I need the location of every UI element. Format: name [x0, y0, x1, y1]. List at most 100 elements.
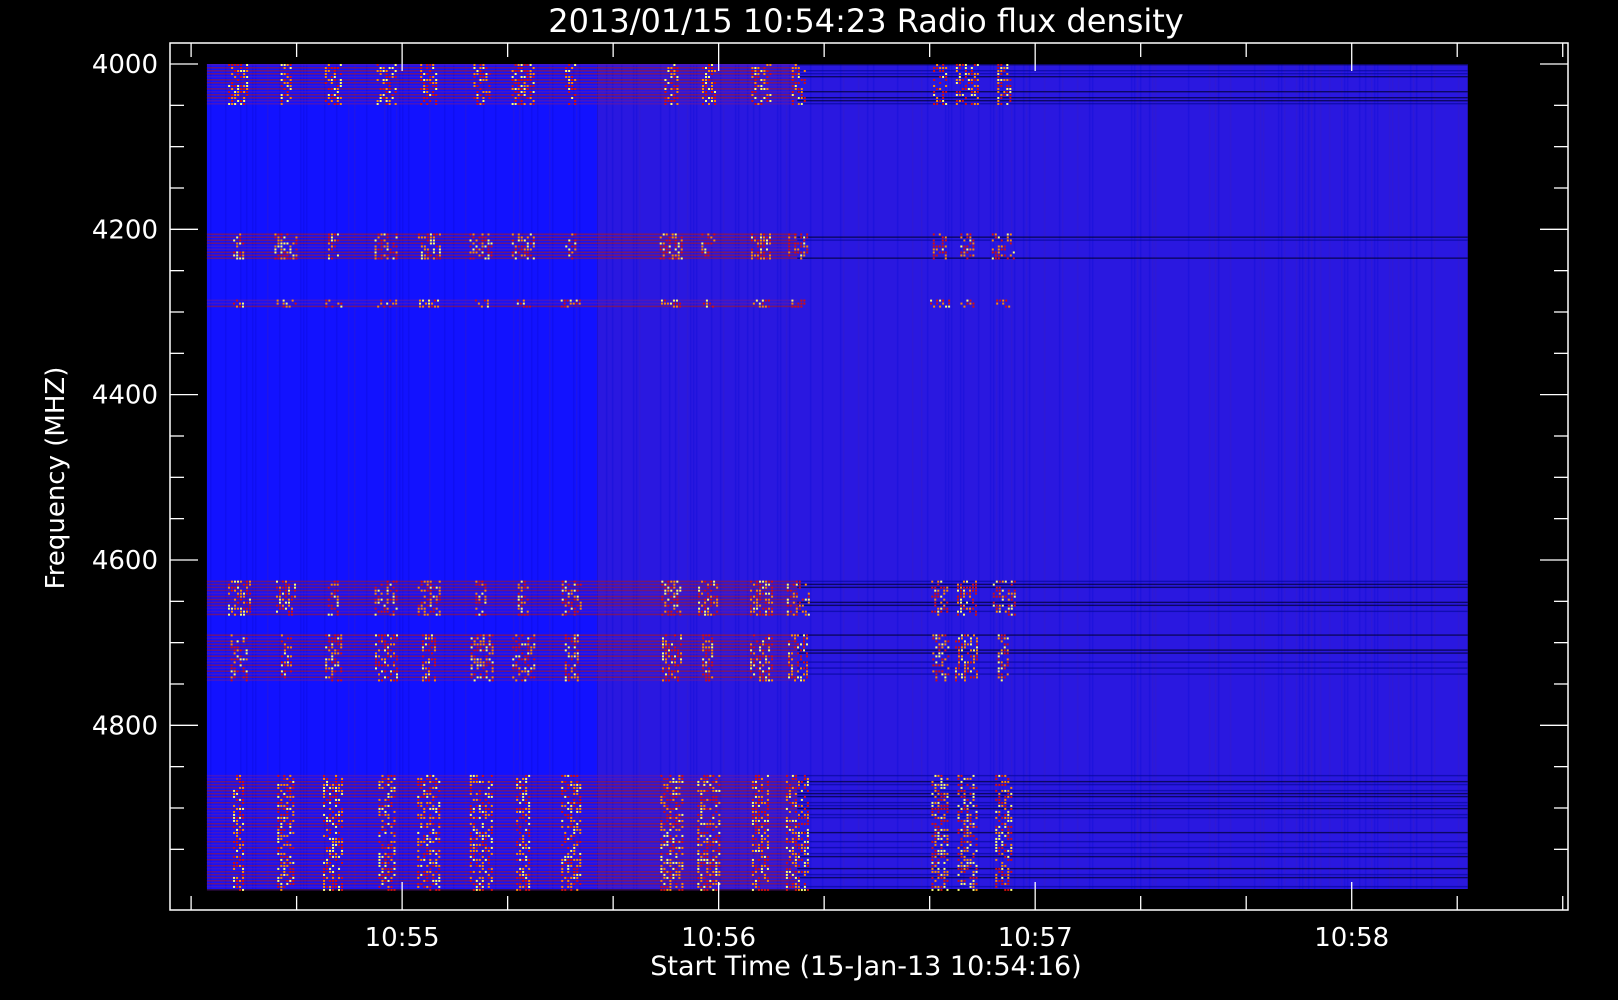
burst-pixel	[768, 676, 771, 679]
burst-pixel	[956, 595, 959, 598]
burst-pixel	[334, 649, 337, 652]
burst-pixel	[277, 807, 280, 810]
burst-pixel	[676, 598, 679, 601]
burst-pixel	[387, 873, 390, 876]
burst-pixel	[697, 789, 700, 792]
burst-pixel	[485, 73, 488, 75]
burst-pixel	[970, 94, 973, 96]
noise-streak	[428, 64, 431, 889]
burst-pixel	[956, 610, 959, 613]
burst-pixel	[437, 299, 440, 302]
burst-pixel	[664, 103, 667, 105]
burst-pixel	[563, 302, 566, 305]
burst-pixel	[794, 88, 797, 90]
noise-streak	[1370, 64, 1373, 889]
burst-pixel	[751, 864, 754, 867]
burst-pixel	[289, 843, 292, 846]
burst-pixel	[377, 233, 380, 236]
burst-pixel	[969, 816, 972, 819]
burst-pixel	[242, 873, 245, 876]
burst-pixel	[528, 882, 531, 885]
burst-pixel	[675, 786, 678, 789]
burst-pixel	[490, 831, 493, 834]
burst-pixel	[438, 852, 441, 855]
burst-pixel	[974, 589, 977, 592]
burst-pixel	[786, 604, 789, 607]
burst-pixel	[768, 646, 771, 649]
burst-pixel	[937, 595, 940, 598]
burst-pixel	[473, 679, 476, 682]
burst-pixel	[280, 825, 283, 828]
burst-pixel	[286, 76, 289, 78]
burst-pixel	[947, 667, 950, 670]
noise-streak	[1298, 64, 1301, 889]
burst-pixel	[289, 819, 292, 822]
burst-pixel	[228, 97, 231, 99]
burst-pixel	[280, 858, 283, 861]
burst-pixel	[380, 640, 383, 643]
burst-pixel	[674, 242, 677, 245]
burst-pixel	[519, 302, 522, 305]
burst-pixel	[341, 888, 344, 891]
burst-pixel	[289, 846, 292, 849]
burst-pixel	[669, 858, 672, 861]
burst-pixel	[752, 302, 755, 305]
burst-pixel	[966, 846, 969, 849]
burst-pixel	[576, 589, 579, 592]
burst-pixel	[771, 643, 774, 646]
burst-pixel	[532, 91, 535, 93]
burst-pixel	[430, 637, 433, 640]
burst-pixel	[517, 64, 520, 66]
burst-pixel	[485, 79, 488, 81]
burst-pixel	[791, 67, 794, 69]
burst-pixel	[675, 852, 678, 855]
burst-pixel	[516, 780, 519, 783]
burst-pixel	[934, 852, 937, 855]
burst-pixel	[762, 236, 765, 239]
burst-pixel	[239, 655, 242, 658]
burst-pixel	[340, 302, 343, 305]
burst-pixel	[960, 302, 963, 305]
burst-pixel	[522, 792, 525, 795]
noise-streak	[1280, 64, 1283, 889]
burst-pixel	[760, 786, 763, 789]
burst-pixel	[233, 789, 236, 792]
burst-pixel	[707, 76, 710, 78]
burst-pixel	[966, 233, 969, 236]
burst-pixel	[516, 807, 519, 810]
burst-pixel	[519, 888, 522, 891]
burst-pixel	[239, 580, 242, 583]
burst-pixel	[670, 601, 673, 604]
burst-pixel	[323, 795, 326, 798]
burst-pixel	[712, 774, 715, 777]
burst-pixel	[766, 840, 769, 843]
burst-pixel	[679, 652, 682, 655]
burst-pixel	[962, 613, 965, 616]
burst-pixel	[476, 646, 479, 649]
burst-pixel	[286, 777, 289, 780]
burst-pixel	[672, 816, 675, 819]
burst-pixel	[472, 843, 475, 846]
burst-pixel	[280, 828, 283, 831]
burst-pixel	[792, 595, 795, 598]
burst-pixel	[700, 798, 703, 801]
burst-pixel	[392, 592, 395, 595]
burst-pixel	[975, 864, 978, 867]
burst-pixel	[757, 774, 760, 777]
burst-pixel	[384, 879, 387, 882]
burst-pixel	[754, 786, 757, 789]
burst-pixel	[697, 849, 700, 852]
burst-pixel	[976, 103, 979, 105]
burst-pixel	[672, 825, 675, 828]
burst-pixel	[762, 613, 765, 616]
burst-pixel	[340, 670, 343, 673]
burst-pixel	[806, 819, 809, 822]
burst-pixel	[803, 807, 806, 810]
burst-pixel	[245, 673, 248, 676]
burst-pixel	[968, 610, 971, 613]
burst-pixel	[670, 580, 673, 583]
burst-pixel	[936, 67, 939, 69]
burst-pixel	[570, 801, 573, 804]
burst-pixel	[957, 864, 960, 867]
burst-pixel	[329, 801, 332, 804]
